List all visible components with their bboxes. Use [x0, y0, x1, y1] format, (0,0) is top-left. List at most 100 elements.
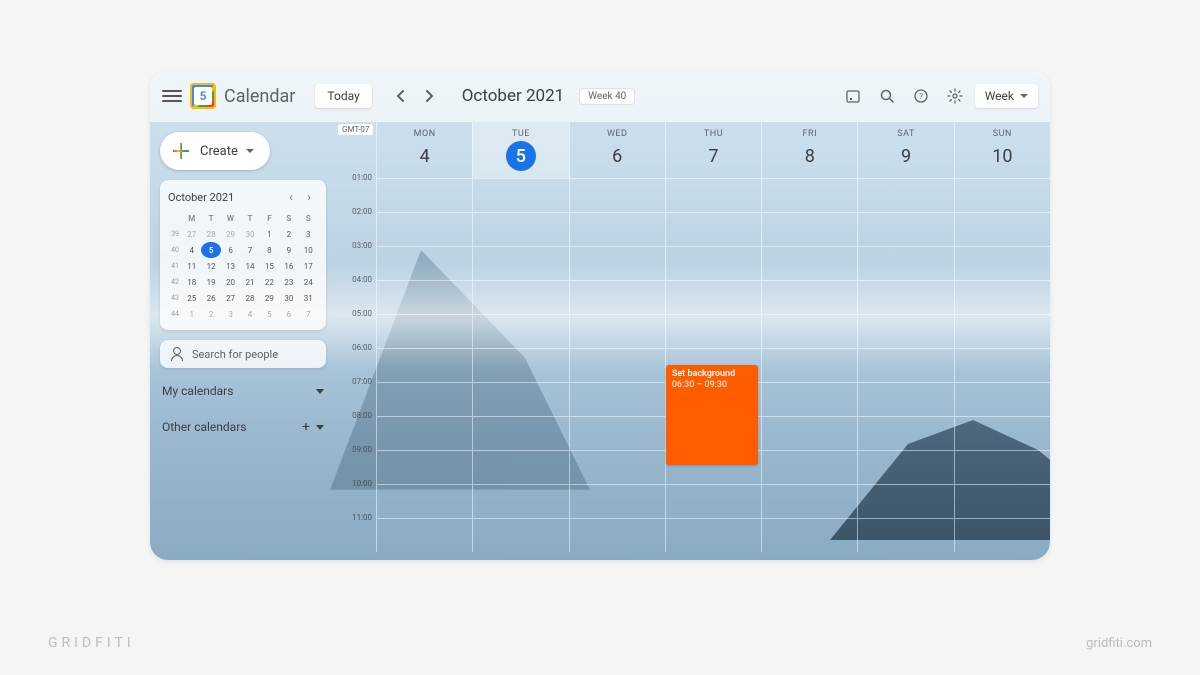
grid-cell[interactable] — [857, 348, 953, 382]
mini-calendar-day[interactable]: 3 — [221, 306, 240, 322]
next-week-button[interactable] — [416, 82, 444, 110]
mini-calendar-day[interactable]: 8 — [260, 242, 279, 258]
grid-cell[interactable] — [665, 212, 761, 246]
grid-cell[interactable] — [954, 246, 1050, 280]
mini-calendar-day[interactable]: 22 — [260, 274, 279, 290]
grid-cell[interactable] — [857, 450, 953, 484]
grid-cell[interactable] — [954, 348, 1050, 382]
grid-cell[interactable] — [954, 382, 1050, 416]
grid-cell[interactable] — [569, 348, 665, 382]
grid-cell[interactable] — [569, 484, 665, 518]
grid-cell[interactable] — [376, 178, 472, 212]
mini-calendar-day[interactable]: 26 — [201, 290, 220, 306]
grid-cell[interactable] — [376, 314, 472, 348]
grid-cell[interactable] — [761, 484, 857, 518]
mini-calendar-day[interactable]: 18 — [182, 274, 201, 290]
grid-cell[interactable] — [665, 484, 761, 518]
grid-cell[interactable] — [472, 178, 568, 212]
mini-calendar-day[interactable]: 14 — [240, 258, 259, 274]
grid-cell[interactable] — [761, 416, 857, 450]
day-header[interactable]: MON4 — [376, 122, 472, 178]
grid-cell[interactable] — [761, 518, 857, 552]
grid-cell[interactable] — [954, 280, 1050, 314]
time-grid[interactable]: 01:0002:0003:0004:0005:0006:0007:0008:00… — [336, 178, 1050, 552]
grid-cell[interactable] — [569, 314, 665, 348]
mini-calendar-day[interactable]: 13 — [221, 258, 240, 274]
create-button[interactable]: Create — [160, 132, 270, 170]
menu-icon[interactable] — [162, 90, 182, 102]
mini-calendar-day[interactable]: 19 — [201, 274, 220, 290]
grid-cell[interactable] — [472, 246, 568, 280]
day-header[interactable]: FRI8 — [761, 122, 857, 178]
grid-cell[interactable] — [376, 246, 472, 280]
calendar-event[interactable]: Set background06:30 – 09:30 — [666, 365, 758, 465]
grid-cell[interactable] — [569, 212, 665, 246]
mini-calendar-day[interactable]: 4 — [240, 306, 259, 322]
grid-cell[interactable] — [472, 484, 568, 518]
mini-calendar-prev[interactable]: ‹ — [282, 188, 300, 206]
mini-calendar-day[interactable]: 27 — [221, 290, 240, 306]
grid-cell[interactable] — [857, 416, 953, 450]
grid-cell[interactable] — [954, 314, 1050, 348]
mini-calendar-day[interactable]: 5 — [260, 306, 279, 322]
mini-calendar-day[interactable]: 20 — [221, 274, 240, 290]
mini-calendar-day[interactable]: 4 — [182, 242, 201, 258]
grid-cell[interactable] — [857, 518, 953, 552]
grid-cell[interactable] — [954, 416, 1050, 450]
grid-cell[interactable] — [857, 280, 953, 314]
mini-calendar-day[interactable]: 25 — [182, 290, 201, 306]
prev-week-button[interactable] — [386, 82, 414, 110]
mini-calendar-day[interactable]: 15 — [260, 258, 279, 274]
day-header[interactable]: SAT9 — [857, 122, 953, 178]
grid-cell[interactable] — [665, 178, 761, 212]
grid-cell[interactable] — [472, 314, 568, 348]
grid-cell[interactable] — [857, 178, 953, 212]
mini-calendar-day[interactable]: 27 — [182, 226, 201, 242]
grid-cell[interactable] — [761, 450, 857, 484]
mini-calendar-day[interactable]: 6 — [279, 306, 298, 322]
grid-cell[interactable] — [761, 314, 857, 348]
grid-cell[interactable] — [665, 246, 761, 280]
grid-cell[interactable] — [569, 382, 665, 416]
grid-cell[interactable] — [569, 178, 665, 212]
help-button[interactable]: ? — [907, 82, 935, 110]
grid-cell[interactable] — [472, 416, 568, 450]
grid-cell[interactable] — [569, 518, 665, 552]
grid-cell[interactable] — [472, 348, 568, 382]
mini-calendar-day[interactable]: 29 — [221, 226, 240, 242]
other-calendars-toggle[interactable]: Other calendars + — [160, 414, 326, 440]
mini-calendar-day[interactable]: 10 — [299, 242, 318, 258]
mini-calendar-day[interactable]: 21 — [240, 274, 259, 290]
grid-cell[interactable] — [472, 518, 568, 552]
mini-calendar-day[interactable]: 3 — [299, 226, 318, 242]
grid-cell[interactable] — [665, 280, 761, 314]
mini-calendar-day[interactable]: 11 — [182, 258, 201, 274]
day-header[interactable]: TUE5 — [472, 122, 568, 178]
mini-calendar-day[interactable]: 17 — [299, 258, 318, 274]
grid-cell[interactable] — [761, 348, 857, 382]
view-dropdown[interactable]: Week — [975, 84, 1038, 108]
mini-calendar-day[interactable]: 5 — [201, 242, 220, 258]
settings-button[interactable] — [941, 82, 969, 110]
mini-calendar-day[interactable]: 16 — [279, 258, 298, 274]
search-people-input[interactable]: Search for people — [160, 340, 326, 368]
grid-cell[interactable] — [376, 484, 472, 518]
grid-cell[interactable] — [857, 314, 953, 348]
mini-calendar-day[interactable]: 2 — [279, 226, 298, 242]
today-button[interactable]: Today — [315, 84, 371, 108]
grid-cell[interactable] — [376, 280, 472, 314]
grid-cell[interactable] — [665, 518, 761, 552]
grid-cell[interactable] — [761, 246, 857, 280]
grid-cell[interactable] — [569, 450, 665, 484]
grid-cell[interactable] — [857, 484, 953, 518]
mini-calendar-day[interactable]: 12 — [201, 258, 220, 274]
grid-cell[interactable] — [857, 212, 953, 246]
mini-calendar-day[interactable]: 1 — [182, 306, 201, 322]
grid-cell[interactable] — [954, 484, 1050, 518]
calendar-widget-button[interactable] — [839, 82, 867, 110]
grid-cell[interactable] — [472, 450, 568, 484]
grid-cell[interactable] — [761, 178, 857, 212]
grid-cell[interactable] — [761, 212, 857, 246]
mini-calendar-day[interactable]: 7 — [240, 242, 259, 258]
grid-cell[interactable] — [569, 280, 665, 314]
